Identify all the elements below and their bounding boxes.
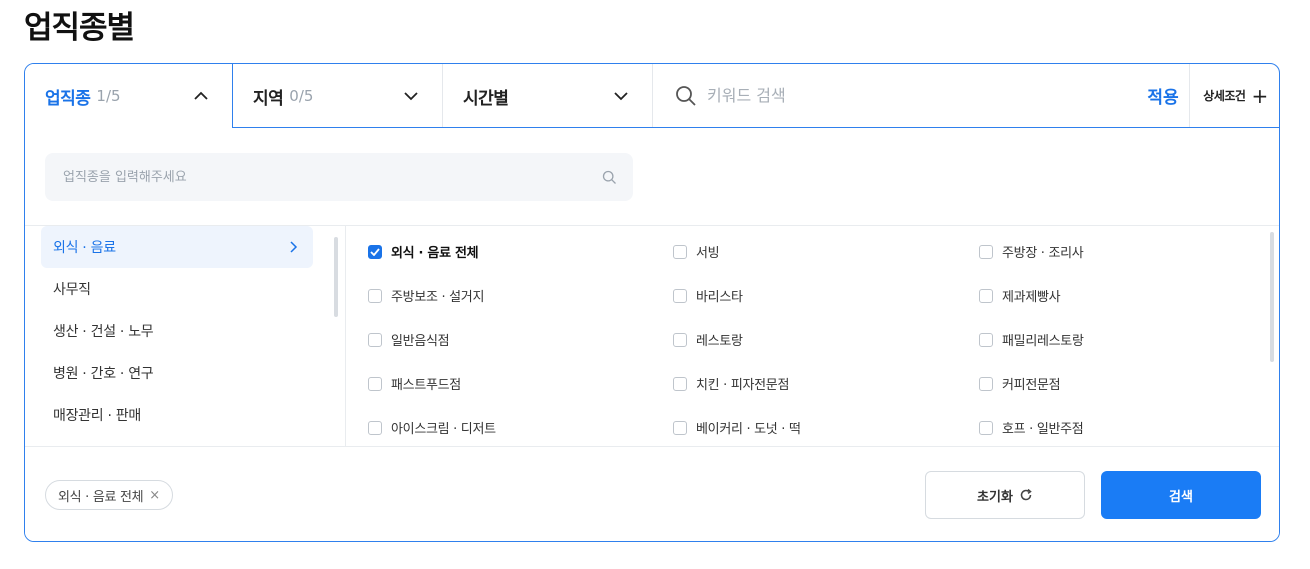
option-checkbox[interactable]: 호프 · 일반주점 xyxy=(979,418,1084,437)
option-label: 주방장 · 조리사 xyxy=(1002,246,1084,261)
checkbox[interactable] xyxy=(673,244,687,259)
detail-conditions-button[interactable]: 상세조건 + xyxy=(1189,64,1279,127)
tab-job-category-count: 1/5 xyxy=(96,87,121,105)
selected-chip-label: 외식 · 음료 전체 xyxy=(58,489,144,505)
apply-button[interactable]: 적용 xyxy=(1137,64,1189,127)
option-checkbox-all[interactable]: 외식 · 음료 전체 xyxy=(368,242,479,261)
keyword-search-input[interactable] xyxy=(705,85,1109,106)
option-label: 패스트푸드점 xyxy=(391,378,461,393)
check-icon xyxy=(370,247,380,256)
tab-job-category-label: 업직종 xyxy=(45,88,91,109)
filter-bar-underline xyxy=(233,127,1279,128)
checkbox[interactable] xyxy=(979,244,993,259)
option-label: 아이스크림 · 디저트 xyxy=(391,422,496,437)
checkbox[interactable] xyxy=(368,288,382,303)
category-item-label: 사무직 xyxy=(53,282,91,298)
job-category-search-input[interactable] xyxy=(61,168,602,186)
category-item[interactable]: 병원 · 간호 · 연구 xyxy=(41,352,313,394)
checkbox[interactable] xyxy=(368,332,382,347)
option-label: 레스토랑 xyxy=(696,334,743,349)
option-label: 호프 · 일반주점 xyxy=(1002,422,1084,437)
search-button[interactable]: 검색 xyxy=(1101,471,1261,519)
job-category-search xyxy=(45,153,633,201)
reset-button[interactable]: 초기화 xyxy=(925,471,1085,519)
checkbox[interactable] xyxy=(979,420,993,435)
checkbox[interactable] xyxy=(368,244,382,259)
option-checkbox[interactable]: 패스트푸드점 xyxy=(368,374,461,393)
option-checkbox[interactable]: 일반음식점 xyxy=(368,330,450,349)
close-icon[interactable]: × xyxy=(149,488,160,503)
detail-conditions-label: 상세조건 xyxy=(1203,89,1246,103)
option-label: 베이커리 · 도넛 · 떡 xyxy=(696,422,801,437)
category-item[interactable]: 매장관리 · 판매 xyxy=(41,394,313,436)
option-label: 커피전문점 xyxy=(1002,378,1061,393)
checkbox[interactable] xyxy=(673,332,687,347)
checkbox[interactable] xyxy=(979,288,993,303)
selected-chip: 외식 · 음료 전체 × xyxy=(45,480,173,510)
option-checkbox[interactable]: 제과제빵사 xyxy=(979,286,1061,305)
option-checkbox[interactable]: 바리스타 xyxy=(673,286,743,305)
checkbox[interactable] xyxy=(979,376,993,391)
category-item-label: 외식 · 음료 xyxy=(53,240,116,256)
chevron-up-icon xyxy=(194,91,208,100)
filter-bar: 업직종 1/5 지역 0/5 시간별 적용 상세조건 + xyxy=(25,64,1279,128)
tab-time[interactable]: 시간별 xyxy=(443,64,653,128)
option-label: 외식 · 음료 전체 xyxy=(391,246,479,261)
category-item-label: 생산 · 건설 · 노무 xyxy=(53,324,154,340)
option-checkbox[interactable]: 베이커리 · 도넛 · 떡 xyxy=(673,418,801,437)
plus-icon: + xyxy=(1251,83,1268,108)
option-label: 치킨 · 피자전문점 xyxy=(696,378,790,393)
option-label: 제과제빵사 xyxy=(1002,290,1061,305)
search-icon xyxy=(676,85,696,106)
chevron-down-icon xyxy=(614,92,628,101)
tab-region-count: 0/5 xyxy=(289,87,314,105)
tab-region-label: 지역 xyxy=(253,88,284,109)
reset-button-label: 초기화 xyxy=(977,489,1013,505)
option-checkbox[interactable]: 아이스크림 · 디저트 xyxy=(368,418,496,437)
checkbox[interactable] xyxy=(368,420,382,435)
tab-job-category[interactable]: 업직종 1/5 xyxy=(25,64,233,128)
option-label: 주방보조 · 설거지 xyxy=(391,290,485,305)
checkbox[interactable] xyxy=(673,376,687,391)
option-checkbox[interactable]: 서빙 xyxy=(673,242,720,261)
option-label: 일반음식점 xyxy=(391,334,450,349)
option-label: 바리스타 xyxy=(696,290,743,305)
option-checkbox[interactable]: 주방보조 · 설거지 xyxy=(368,286,484,305)
option-checkbox[interactable]: 레스토랑 xyxy=(673,330,743,349)
option-label: 패밀리레스토랑 xyxy=(1002,334,1084,349)
option-label: 서빙 xyxy=(696,246,720,261)
category-item[interactable]: 외식 · 음료 xyxy=(41,226,313,268)
page-title: 업직종별 xyxy=(24,10,135,46)
category-scrollbar[interactable] xyxy=(334,237,338,317)
checkbox[interactable] xyxy=(368,376,382,391)
option-checkbox[interactable]: 패밀리레스토랑 xyxy=(979,330,1084,349)
category-item-label: 병원 · 간호 · 연구 xyxy=(53,366,154,382)
search-icon[interactable] xyxy=(602,170,617,185)
divider xyxy=(345,226,346,446)
category-item[interactable]: 생산 · 건설 · 노무 xyxy=(41,310,313,352)
keyword-search xyxy=(653,64,1189,127)
tab-time-label: 시간별 xyxy=(463,88,509,109)
chevron-right-icon xyxy=(290,241,298,253)
checkbox[interactable] xyxy=(673,288,687,303)
option-checkbox[interactable]: 치킨 · 피자전문점 xyxy=(673,374,789,393)
chevron-down-icon xyxy=(404,92,418,101)
option-scrollbar[interactable] xyxy=(1270,232,1274,362)
footer xyxy=(25,447,1279,541)
tab-region[interactable]: 지역 0/5 xyxy=(233,64,443,128)
refresh-icon xyxy=(1020,488,1032,501)
job-filter-panel: 업직종 1/5 지역 0/5 시간별 적용 상세조건 + 외식 · 음료 xyxy=(24,63,1280,542)
checkbox[interactable] xyxy=(979,332,993,347)
category-item-label: 매장관리 · 판매 xyxy=(53,408,141,424)
option-checkbox[interactable]: 주방장 · 조리사 xyxy=(979,242,1084,261)
checkbox[interactable] xyxy=(673,420,687,435)
category-item[interactable]: 사무직 xyxy=(41,268,313,310)
category-list: 외식 · 음료 사무직 생산 · 건설 · 노무 병원 · 간호 · 연구 매장… xyxy=(41,226,313,436)
option-checkbox[interactable]: 커피전문점 xyxy=(979,374,1061,393)
